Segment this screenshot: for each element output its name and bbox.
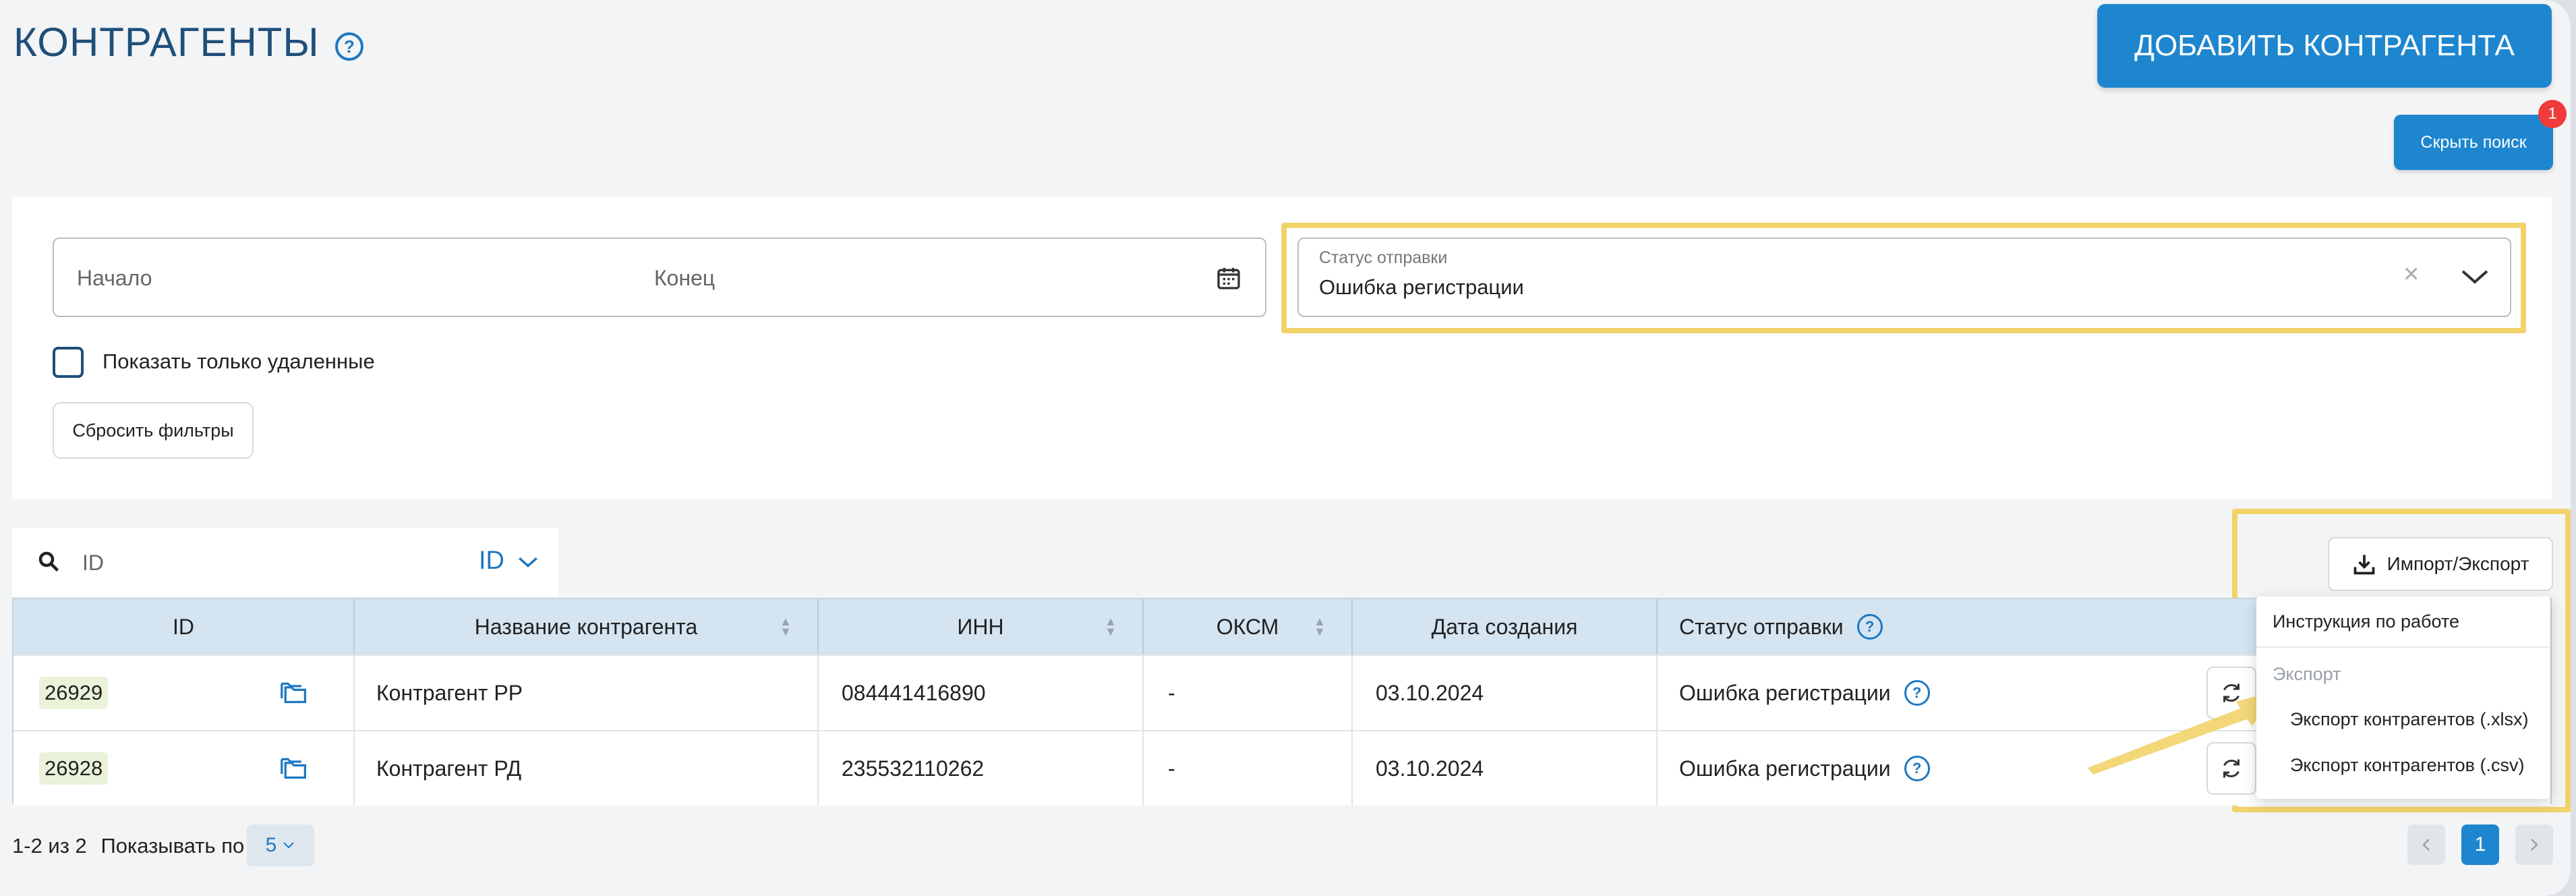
pagination-range-text: 1-2 из 2 <box>12 834 87 858</box>
prev-page-button[interactable] <box>2407 824 2445 865</box>
question-circle-icon[interactable]: ? <box>1904 756 1930 781</box>
per-page-value: 5 <box>265 834 277 856</box>
import-export-menu: Инструкция по работе Экспорт Экспорт кон… <box>2256 596 2550 799</box>
page-title: КОНТРАГЕНТЫ <box>13 20 320 65</box>
question-circle-icon[interactable]: ? <box>1904 680 1930 706</box>
copy-folder-icon[interactable] <box>279 679 309 706</box>
cell-name: Контрагент РР <box>355 656 819 730</box>
menu-item-export-xlsx[interactable]: Экспорт контрагентов (.xlsx) <box>2256 698 2550 741</box>
per-page-label: Показывать по <box>100 834 245 858</box>
menu-item-instruction[interactable]: Инструкция по работе <box>2256 596 2550 648</box>
chevron-left-icon <box>2422 839 2430 851</box>
import-export-label: Импорт/Экспорт <box>2387 553 2529 574</box>
cell-name: Контрагент РД <box>355 731 819 806</box>
pagination-range: 1-2 из 2 Показывать по <box>12 834 244 858</box>
menu-section-export: Экспорт <box>2273 663 2341 684</box>
status-text: Ошибка регистрации <box>1679 680 1891 705</box>
question-circle-icon[interactable]: ? <box>1856 614 1883 640</box>
id-value[interactable]: 26928 <box>39 752 109 785</box>
column-header-label: Название контрагента <box>474 614 698 639</box>
column-header-label: ОКСМ <box>1216 614 1279 639</box>
page-button-current[interactable]: 1 <box>2461 824 2499 865</box>
search-field-selector-label: ID <box>479 547 504 575</box>
column-header-date[interactable]: Дата создания <box>1353 599 1658 654</box>
add-counterparty-button[interactable]: ДОБАВИТЬ КОНТРАГЕНТА <box>2097 4 2552 88</box>
status-select[interactable]: Статус отправки Ошибка регистрации × <box>1297 237 2511 317</box>
cell-inn: 235532110262 <box>819 731 1144 806</box>
copy-folder-icon[interactable] <box>279 754 309 781</box>
chevron-right-icon <box>2531 839 2538 851</box>
search-box: ID ID <box>12 528 558 596</box>
column-header-id[interactable]: ID <box>13 599 355 654</box>
column-header-label: Статус отправки <box>1679 614 1844 639</box>
cell-date: 03.10.2024 <box>1353 731 1658 806</box>
date-range-field[interactable]: Начало Конец <box>53 237 1266 317</box>
download-icon <box>2353 555 2374 575</box>
date-start-placeholder: Начало <box>77 266 152 290</box>
import-export-button[interactable]: Импорт/Экспорт <box>2328 537 2553 591</box>
clear-icon[interactable]: × <box>2403 259 2419 289</box>
cell-id: 26928 <box>13 731 355 806</box>
annotation-arrow <box>2088 690 2279 775</box>
show-deleted-checkbox[interactable] <box>53 347 84 378</box>
column-header-label: ID <box>173 614 194 639</box>
column-header-oksm[interactable]: ОКСМ ▲ ▼ <box>1144 599 1353 654</box>
per-page-select[interactable]: 5 <box>247 824 314 866</box>
search-field-selector[interactable]: ID <box>479 547 504 576</box>
id-value[interactable]: 26929 <box>39 677 109 709</box>
chevron-down-icon[interactable] <box>517 553 539 571</box>
sort-icon[interactable]: ▲ ▼ <box>780 615 792 638</box>
question-circle-icon[interactable]: ? <box>335 32 363 61</box>
notification-badge: 1 <box>2538 100 2567 128</box>
date-end-placeholder: Конец <box>654 266 715 290</box>
calendar-icon[interactable] <box>1215 264 1242 291</box>
status-label: Статус отправки <box>1319 248 1448 267</box>
sort-icon[interactable]: ▲ ▼ <box>1314 615 1326 638</box>
cell-date: 03.10.2024 <box>1353 656 1658 730</box>
search-icon <box>38 551 59 572</box>
cell-id: 26929 <box>13 656 355 730</box>
hide-search-button[interactable]: Скрыть поиск <box>2394 115 2553 170</box>
menu-item-export-csv[interactable]: Экспорт контрагентов (.csv) <box>2256 744 2550 787</box>
cell-oksm: - <box>1144 731 1353 806</box>
status-text: Ошибка регистрации <box>1679 756 1891 781</box>
sort-icon[interactable]: ▲ ▼ <box>1105 615 1117 638</box>
column-header-label: Дата создания <box>1431 614 1578 639</box>
chevron-down-icon[interactable] <box>2459 263 2491 290</box>
search-input[interactable]: ID <box>82 551 104 576</box>
column-header-inn[interactable]: ИНН ▲ ▼ <box>819 599 1144 654</box>
column-header-name[interactable]: Название контрагента ▲ ▼ <box>355 599 819 654</box>
column-header-label: ИНН <box>957 614 1004 639</box>
status-value: Ошибка регистрации <box>1319 275 1524 299</box>
table-header: ID Название контрагента ▲ ▼ ИНН ▲ ▼ ОКСМ ▲ ▼ Д… <box>13 599 2550 654</box>
page: КОНТРАГЕНТЫ ? ДОБАВИТЬ КОНТРАГЕНТА Скрыт… <box>0 0 2571 896</box>
show-deleted-label: Показать только удаленные <box>103 349 375 373</box>
reset-filters-button[interactable]: Сбросить фильтры <box>53 402 254 459</box>
chevron-down-icon <box>283 842 295 849</box>
next-page-button[interactable] <box>2515 824 2553 865</box>
cell-oksm: - <box>1144 656 1353 730</box>
cell-inn: 084441416890 <box>819 656 1144 730</box>
